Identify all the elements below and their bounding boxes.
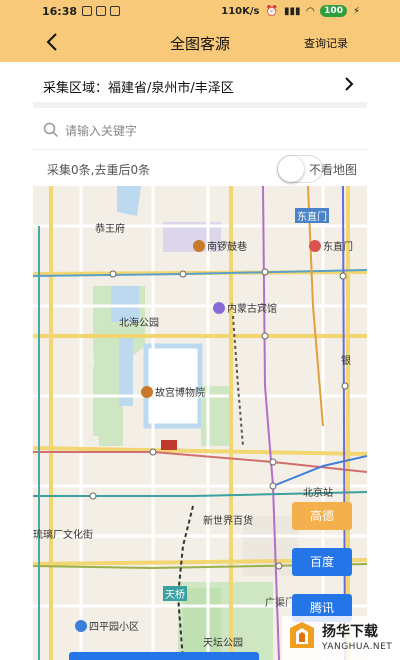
toggle-knob [278,156,304,182]
watermark-domain: YANGHUA.NET [322,642,393,652]
yanghua-logo-icon [290,622,314,648]
signal-icon: ▮▮▮ [283,5,301,17]
hospital-icon [309,240,321,252]
search-icon [43,122,59,138]
map-label-nanluoguxiang: 南锣鼓巷 [193,238,247,253]
collect-count: 采集0条,去重后0条 [47,163,151,177]
stats-row: 采集0条,去重后0条 不看地图 [33,152,367,186]
museum-icon [141,386,153,398]
gaode-map-button[interactable]: 高德 [292,502,352,530]
map-label-liulichang: 琉璃厂文化街 [33,530,93,541]
hotel-icon [213,302,225,314]
map-label-gongwangfu: 恭王府 [95,224,125,235]
map-label-sipingyuan: 四平园小区 [75,618,139,633]
map-label-tiantan: 天坛公园 [203,638,243,649]
status-right: 110K/s ⏰ ▮▮▮ ◠ 100 ⚡ [221,5,360,17]
notification-icon [110,6,120,16]
map-label-neimenggu: 内蒙古宾馆 [213,300,277,315]
map-label-yin: 银 [341,356,351,367]
map-label-dongzhimen: 东直门 [309,238,353,253]
status-time: 16:38 [42,5,78,18]
region-selector[interactable]: 采集区域：福建省/泉州市/丰泽区 [33,62,367,108]
watermark-name: 扬华下载 [322,624,378,640]
map-label-guangqu: 广渠门 [265,598,295,609]
map-label-beihai: 北海公园 [119,318,159,329]
status-bar: 16:38 110K/s ⏰ ▮▮▮ ◠ 100 ⚡ [0,0,400,24]
map-label-tianqiao: 天桥 [163,586,187,601]
query-records-link[interactable]: 查询记录 [304,35,348,51]
notification-icon [82,6,92,16]
map-label-xinshijie: 新世界百货 [203,516,253,527]
bottom-action-bar[interactable] [69,652,259,660]
map-view[interactable]: 恭王府 南锣鼓巷 东直门 东直门 北海公园 内蒙古宾馆 故宫博物院 银 北京站 … [33,186,367,660]
region-label: 采集区域：福建省/泉州市/丰泽区 [43,81,234,96]
wifi-icon: ◠ [306,5,315,17]
nav-bar: 全图客源 查询记录 [0,24,400,62]
search-input[interactable] [65,118,355,144]
network-speed: 110K/s [221,5,260,17]
notification-icon [96,6,106,16]
charging-icon: ⚡ [352,5,360,17]
chevron-right-icon [345,77,354,91]
map-label-gugong: 故宫博物院 [141,384,205,399]
map-label-dongzhimen-station: 东直门 [295,208,329,223]
map-canvas [33,186,367,660]
notification-icons [82,6,120,16]
map-label-beijingzhan: 北京站 [303,488,333,499]
site-watermark: 扬华下载 YANGHUA.NET [282,616,400,660]
baidu-map-button[interactable]: 百度 [292,548,352,576]
poi-pin-icon [193,240,205,252]
battery-icon: 100 [320,5,347,17]
poi-pin-icon [75,620,87,632]
hide-map-label: 不看地图 [308,163,357,177]
alarm-icon: ⏰ [265,5,278,17]
top-bar: 16:38 110K/s ⏰ ▮▮▮ ◠ 100 ⚡ 全图客源 查询记录 [0,0,400,62]
search-bar [33,112,367,150]
